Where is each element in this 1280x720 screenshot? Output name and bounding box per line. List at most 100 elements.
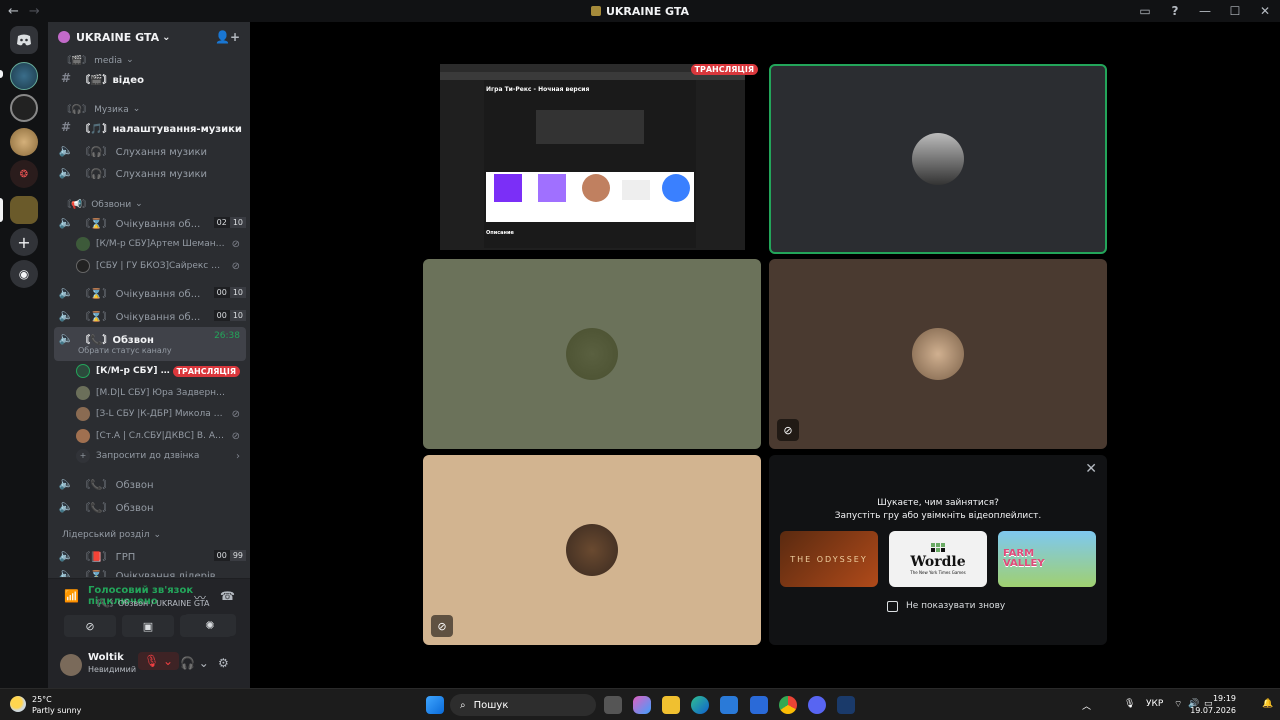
game-subtitle: The New York Times Games xyxy=(910,570,966,575)
channel-call-2[interactable]: 🔈 〘📞〙 Обзвон xyxy=(54,472,246,494)
voice-user[interactable]: [СБУ | ГУ БКОЗ]Сайрекс По... ⊘ xyxy=(54,255,246,277)
windows-start-icon[interactable] xyxy=(426,696,444,714)
dont-show-checkbox[interactable] xyxy=(887,601,898,612)
avatar xyxy=(566,524,618,576)
activity-prompt-line1: Шукаєте, чим зайнятися? xyxy=(877,498,999,508)
mute-mic-icon[interactable]: 🎙 ⌄ xyxy=(138,652,180,670)
deafened-icon: ⊘ xyxy=(231,238,240,250)
time: 19:19 xyxy=(1212,694,1236,703)
channel-music-settings[interactable]: # 〘🎵〙налаштування-музики xyxy=(54,116,246,138)
set-channel-status[interactable]: Обрати статус каналу xyxy=(78,346,172,355)
file-explorer-icon[interactable] xyxy=(662,696,680,714)
voice-channel-link[interactable]: 〘📞〙Обзвон / UKRAINE GTA xyxy=(92,598,209,609)
edge-icon[interactable] xyxy=(691,696,709,714)
close-icon[interactable]: ✕ xyxy=(1085,461,1097,477)
voice-user-streaming[interactable]: [К/М-р СБУ] Са...ТРАНСЛЯЦІЯ xyxy=(54,360,246,382)
forward-button[interactable]: → xyxy=(29,4,40,19)
help-button[interactable]: ? xyxy=(1160,4,1190,18)
stream-tile[interactable]: Игра Ти-Рекс - Ночная версия Описание ТР… xyxy=(424,60,762,250)
disconnect-icon[interactable]: ☎ xyxy=(220,589,235,603)
server-icon-4[interactable]: ❂ xyxy=(10,160,38,188)
voice-user[interactable]: [З-L СБУ |К-ДБР] Микола М... ⊘ xyxy=(54,403,246,425)
discover-icon[interactable]: ◉ xyxy=(10,260,38,288)
category-media[interactable]: 〘🎬〙 media ⌄ xyxy=(54,53,246,67)
participant-tile-speaking[interactable] xyxy=(769,64,1107,254)
server-icon-1[interactable] xyxy=(10,62,38,90)
channel-waiting-1[interactable]: 🔈 〘⌛〙 Очікування об... 02 10 xyxy=(54,211,246,233)
soundboard-button[interactable]: ✺ xyxy=(184,614,236,636)
game-farm-valley[interactable]: FARM VALLEY xyxy=(998,531,1096,587)
server-icon-ukraine-gta[interactable] xyxy=(10,196,38,224)
channel-name: 〘⌛〙 Очікування лідерів xyxy=(80,571,216,577)
avatar xyxy=(76,407,90,421)
channel-waiting-2[interactable]: 🔈 〘⌛〙 Очікування об... 00 10 xyxy=(54,281,246,303)
voice-user[interactable]: [К/М-р СБУ]Артем Шеманс... ⊘ xyxy=(54,233,246,255)
speaker-icon: 🔈 xyxy=(58,285,74,299)
task-view-icon[interactable] xyxy=(604,696,622,714)
participant-tile[interactable]: ⊘ xyxy=(423,455,761,645)
channel-call-3[interactable]: 🔈 〘📞〙 Обзвон xyxy=(54,495,246,517)
channel-listen-2[interactable]: 🔈 〘🎧〙 Слухання музики xyxy=(54,161,246,183)
participant-tile[interactable]: ⊘ xyxy=(769,259,1107,449)
clock[interactable]: 19:19 19.07.2026 xyxy=(1190,693,1236,717)
taskbar-search[interactable]: ⌕ Пошук xyxy=(450,694,596,716)
back-button[interactable]: ← xyxy=(8,4,19,19)
mail-icon[interactable] xyxy=(720,696,738,714)
user-count: 00 xyxy=(213,286,230,298)
chevron-up-icon[interactable]: ︿ xyxy=(1082,699,1091,712)
channel-grp[interactable]: 🔈 〘📕〙 ГРП 00 99 xyxy=(54,544,246,566)
user-limit: 10 xyxy=(229,309,246,321)
language-indicator[interactable]: УКР xyxy=(1146,699,1163,709)
discord-icon[interactable] xyxy=(808,696,826,714)
live-badge: ТРАНСЛЯЦІЯ xyxy=(172,365,240,377)
signal-icon[interactable]: 📶 xyxy=(64,589,79,603)
close-button[interactable]: ✕ xyxy=(1250,4,1280,18)
invite-people-icon[interactable]: 👤+ xyxy=(215,30,240,44)
user-name[interactable]: Woltik xyxy=(88,652,124,663)
store-icon[interactable] xyxy=(750,696,768,714)
inbox-icon[interactable]: ▭ xyxy=(1130,4,1160,18)
microphone-icon[interactable]: 🎙 xyxy=(1124,699,1135,709)
weather-widget[interactable]: 25°C Partly sunny xyxy=(10,694,81,716)
noise-suppression-icon[interactable]: 〰 xyxy=(194,589,206,606)
wifi-icon[interactable]: ⌔ xyxy=(1174,699,1182,710)
server-header[interactable]: UKRAINE GTA ⌄ 👤+ xyxy=(48,22,250,52)
minimize-button[interactable]: — xyxy=(1190,4,1220,18)
avatar xyxy=(566,328,618,380)
server-name: UKRAINE GTA xyxy=(76,30,160,44)
headphones-icon[interactable]: 🎧 ⌄ xyxy=(180,656,209,670)
channel-partial[interactable]: 🔈 〘⌛〙 Очікування лідерів xyxy=(54,567,246,577)
screen-share-button[interactable]: ▣ xyxy=(122,615,174,637)
voice-user[interactable]: [Ст.А | Сл.СБУ|ДКВС] В. Атс... ⊘ xyxy=(54,425,246,447)
game-wordle[interactable]: Wordle The New York Times Games xyxy=(889,531,987,587)
participant-tile[interactable] xyxy=(423,259,761,449)
settings-gear-icon[interactable]: ⚙ xyxy=(218,656,229,670)
category-leaders[interactable]: Лідерський розділ ⌄ xyxy=(54,530,246,540)
speaker-icon: 🔈 xyxy=(58,548,74,562)
invite-to-call-button[interactable]: + Запросити до дзвінка › xyxy=(54,445,246,467)
copilot-icon[interactable] xyxy=(633,696,651,714)
voice-user[interactable]: [M.D|L СБУ] Юра Задверняк xyxy=(54,382,246,404)
speaker-icon: 🔈 xyxy=(58,308,74,322)
add-server-icon[interactable]: + xyxy=(10,228,38,256)
category-music[interactable]: 〘🎧〙 Музика ⌄ xyxy=(54,102,246,116)
server-icon-3[interactable] xyxy=(10,128,38,156)
game-the-odyssey[interactable]: THE ODYSSEY xyxy=(780,531,878,587)
user-limit-badge: 00 10 xyxy=(213,309,246,321)
maximize-button[interactable]: ☐ xyxy=(1220,4,1250,18)
game-title: THE ODYSSEY xyxy=(790,554,868,564)
server-icon-2[interactable] xyxy=(10,94,38,122)
avatar[interactable] xyxy=(60,654,82,676)
app-icon[interactable] xyxy=(837,696,855,714)
notifications-icon[interactable]: 🔔 xyxy=(1262,699,1273,709)
camera-button[interactable]: ⊘ xyxy=(64,615,116,637)
chrome-icon[interactable] xyxy=(779,696,797,714)
channel-listen-1[interactable]: 🔈 〘🎧〙 Слухання музики xyxy=(54,139,246,161)
activity-prompt-line2: Запустіть гру або увімкніть відеоплейлис… xyxy=(834,511,1042,521)
discord-home-icon[interactable] xyxy=(10,26,38,54)
window-title-text: UKRAINE GTA xyxy=(605,4,690,18)
category-calls[interactable]: 〘📢〙Обзвони ⌄ xyxy=(54,197,246,211)
channel-video[interactable]: # 〘🎬〙відео xyxy=(54,67,246,89)
channel-waiting-3[interactable]: 🔈 〘⌛〙 Очікування об... 00 10 xyxy=(54,304,246,326)
channel-active-call[interactable]: 🔈 〘📞〙Обзвон 26:38 Обрати статус каналу xyxy=(54,327,246,361)
